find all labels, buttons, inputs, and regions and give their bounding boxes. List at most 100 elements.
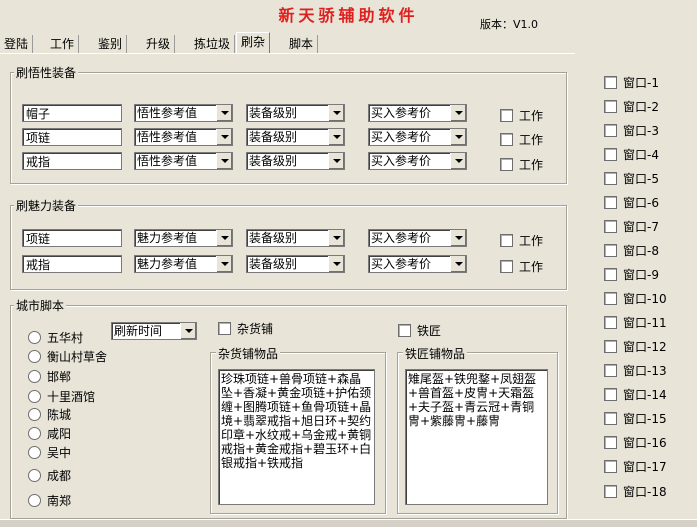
checkbox-icon[interactable] <box>604 388 617 401</box>
window-checkbox[interactable]: 窗口-12 <box>604 338 667 355</box>
window-checkbox[interactable]: 窗口-14 <box>604 386 667 403</box>
meili-item-field[interactable]: 项链 <box>22 229 122 247</box>
chevron-down-icon[interactable] <box>216 256 232 272</box>
radio-icon[interactable] <box>28 370 41 383</box>
checkbox-icon[interactable] <box>604 316 617 329</box>
meili-work-checkbox[interactable]: 工作 <box>500 232 543 249</box>
radio-icon[interactable] <box>28 446 41 459</box>
checkbox-icon[interactable] <box>604 244 617 257</box>
checkbox-icon[interactable] <box>604 412 617 425</box>
wuxing-level-select[interactable]: 装备级别 <box>246 104 345 122</box>
checkbox-icon[interactable] <box>500 234 513 247</box>
tab-work[interactable]: 工作 <box>46 35 80 53</box>
wuxing-attr-select[interactable]: 悟性参考值 <box>134 128 233 146</box>
checkbox-icon[interactable] <box>604 364 617 377</box>
chevron-down-icon[interactable] <box>216 105 232 121</box>
wuxing-level-select[interactable]: 装备级别 <box>246 128 345 146</box>
city-radio[interactable]: 咸阳 <box>28 425 71 442</box>
radio-icon[interactable] <box>28 494 41 507</box>
meili-item-field[interactable]: 戒指 <box>22 255 122 273</box>
wuxing-price-select[interactable]: 买入参考价 <box>368 128 467 146</box>
chevron-down-icon[interactable] <box>450 129 466 145</box>
tab-upgrade[interactable]: 升级 <box>142 35 176 53</box>
chevron-down-icon[interactable] <box>450 256 466 272</box>
meili-attr-select[interactable]: 魅力参考值 <box>134 255 233 273</box>
city-radio[interactable]: 衡山村草舍 <box>28 348 107 365</box>
city-radio[interactable]: 南郑 <box>28 492 71 509</box>
chevron-down-icon[interactable] <box>328 256 344 272</box>
tab-pickup[interactable]: 拣垃圾 <box>190 35 236 53</box>
checkbox-icon[interactable] <box>604 268 617 281</box>
checkbox-icon[interactable] <box>604 124 617 137</box>
meili-price-select[interactable]: 买入参考价 <box>368 255 467 273</box>
city-radio[interactable]: 成都 <box>28 467 71 484</box>
wuxing-attr-select[interactable]: 悟性参考值 <box>134 104 233 122</box>
radio-icon[interactable] <box>28 350 41 363</box>
city-radio[interactable]: 吴中 <box>28 444 71 461</box>
radio-icon[interactable] <box>28 427 41 440</box>
chevron-down-icon[interactable] <box>328 129 344 145</box>
wuxing-item-field[interactable]: 项链 <box>22 128 122 146</box>
chevron-down-icon[interactable] <box>216 230 232 246</box>
checkbox-icon[interactable] <box>604 76 617 89</box>
city-radio[interactable]: 十里酒馆 <box>28 388 95 405</box>
wuxing-price-select[interactable]: 买入参考价 <box>368 104 467 122</box>
wuxing-level-select[interactable]: 装备级别 <box>246 152 345 170</box>
tab-login[interactable]: 登陆 <box>0 35 34 53</box>
window-checkbox[interactable]: 窗口-16 <box>604 434 667 451</box>
smith-items-textarea[interactable]: 雉尾盔+铁兜鍪+凤翅盔+兽首盔+皮冑+天霜盔+夫子盔+青云冠+青铜冑+紫藤冑+藤… <box>405 369 548 505</box>
wuxing-item-field[interactable]: 戒指 <box>22 152 122 170</box>
window-checkbox[interactable]: 窗口-6 <box>604 194 659 211</box>
checkbox-icon[interactable] <box>604 292 617 305</box>
city-radio[interactable]: 陈城 <box>28 406 71 423</box>
grocery-items-textarea[interactable]: 珍珠项链+兽骨项链+森晶坠+香凝+黄金项链+护佑颈缠+图腾项链+鱼骨项链+晶境+… <box>218 369 375 505</box>
wuxing-work-checkbox[interactable]: 工作 <box>500 107 543 124</box>
chevron-down-icon[interactable] <box>328 230 344 246</box>
city-radio[interactable]: 五华村 <box>28 329 83 346</box>
meili-price-select[interactable]: 买入参考价 <box>368 229 467 247</box>
wuxing-item-field[interactable]: 帽子 <box>22 104 122 122</box>
wuxing-work-checkbox[interactable]: 工作 <box>500 131 543 148</box>
chevron-down-icon[interactable] <box>216 129 232 145</box>
smith-checkbox[interactable]: 铁匠 <box>398 322 441 339</box>
meili-level-select[interactable]: 装备级别 <box>246 255 345 273</box>
window-checkbox[interactable]: 窗口-5 <box>604 170 659 187</box>
window-checkbox[interactable]: 窗口-3 <box>604 122 659 139</box>
checkbox-icon[interactable] <box>604 172 617 185</box>
checkbox-icon[interactable] <box>604 220 617 233</box>
tab-identify[interactable]: 鉴别 <box>94 35 128 53</box>
checkbox-icon[interactable] <box>604 100 617 113</box>
chevron-down-icon[interactable] <box>328 105 344 121</box>
city-radio[interactable]: 邯郸 <box>28 368 71 385</box>
checkbox-icon[interactable] <box>604 436 617 449</box>
checkbox-icon[interactable] <box>604 485 617 498</box>
chevron-down-icon[interactable] <box>450 153 466 169</box>
checkbox-icon[interactable] <box>500 109 513 122</box>
window-checkbox[interactable]: 窗口-1 <box>604 74 659 91</box>
checkbox-icon[interactable] <box>398 324 411 337</box>
checkbox-icon[interactable] <box>604 196 617 209</box>
chevron-down-icon[interactable] <box>450 105 466 121</box>
checkbox-icon[interactable] <box>604 148 617 161</box>
window-checkbox[interactable]: 窗口-2 <box>604 98 659 115</box>
radio-icon[interactable] <box>28 390 41 403</box>
window-checkbox[interactable]: 窗口-7 <box>604 218 659 235</box>
tab-misc[interactable]: 刷杂 <box>236 32 271 54</box>
chevron-down-icon[interactable] <box>450 230 466 246</box>
chevron-down-icon[interactable] <box>216 153 232 169</box>
radio-icon[interactable] <box>28 469 41 482</box>
checkbox-icon[interactable] <box>604 340 617 353</box>
wuxing-work-checkbox[interactable]: 工作 <box>500 156 543 173</box>
checkbox-icon[interactable] <box>500 260 513 273</box>
window-checkbox[interactable]: 窗口-11 <box>604 314 667 331</box>
chevron-down-icon[interactable] <box>328 153 344 169</box>
radio-icon[interactable] <box>28 408 41 421</box>
radio-icon[interactable] <box>28 331 41 344</box>
refresh-time-select[interactable]: 刷新时间 <box>111 322 197 340</box>
checkbox-icon[interactable] <box>218 322 231 335</box>
checkbox-icon[interactable] <box>604 460 617 473</box>
chevron-down-icon[interactable] <box>180 323 196 339</box>
window-checkbox[interactable]: 窗口-13 <box>604 362 667 379</box>
meili-level-select[interactable]: 装备级别 <box>246 229 345 247</box>
tab-script[interactable]: 脚本 <box>285 35 319 53</box>
